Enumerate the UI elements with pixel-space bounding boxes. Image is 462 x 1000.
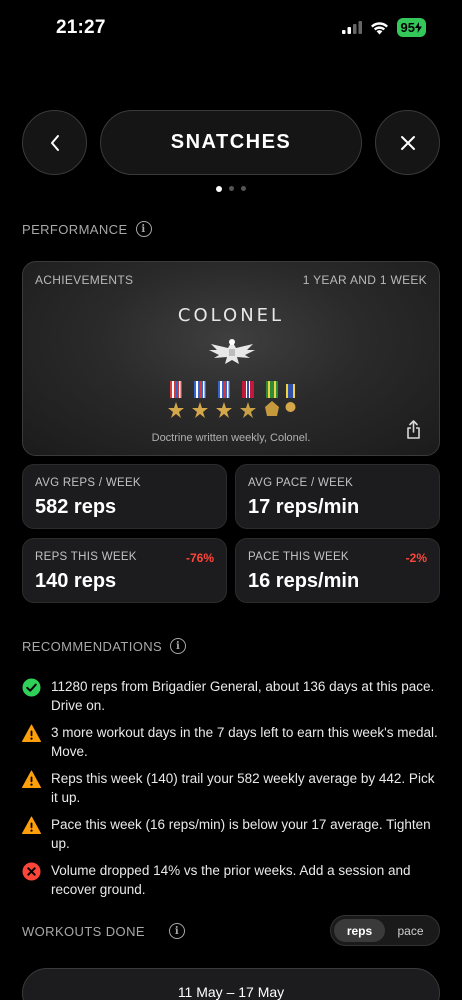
stat-delta: -2% [405, 551, 427, 565]
achievements-label: ACHIEVEMENTS [35, 273, 134, 287]
recommendation-text: Pace this week (16 reps/min) is below yo… [51, 817, 431, 851]
page-dot[interactable] [229, 186, 234, 191]
recommendation-text: 3 more workout days in the 7 days left t… [51, 725, 438, 759]
recommendation-item: 3 more workout days in the 7 days left t… [22, 723, 440, 761]
close-icon [400, 135, 415, 150]
avg-pace-card: AVG PACE / WEEK 17 reps/min [235, 464, 440, 529]
stat-label: AVG PACE / WEEK [248, 477, 354, 489]
recommendations-label: RECOMMENDATIONS [22, 638, 163, 654]
recommendation-item: Volume dropped 14% vs the prior weeks. A… [22, 861, 440, 899]
share-icon[interactable] [406, 420, 421, 439]
page-indicator[interactable] [0, 185, 462, 192]
info-icon[interactable]: i [168, 923, 185, 939]
toggle-reps[interactable]: reps [334, 919, 385, 942]
info-icon[interactable]: i [135, 221, 152, 237]
stat-label: REPS THIS WEEK [35, 551, 137, 563]
warning-icon [22, 724, 41, 742]
recommendations-header: RECOMMENDATIONS i [22, 638, 187, 654]
status-time: 21:27 [56, 17, 106, 38]
page-dot[interactable] [241, 186, 246, 191]
stat-delta: -76% [185, 551, 214, 565]
stat-label: PACE THIS WEEK [248, 551, 349, 563]
workouts-label: WORKOUTS DONE [22, 923, 145, 939]
success-check-icon [22, 678, 41, 697]
wifi-icon [370, 21, 388, 34]
achievement-caption: Doctrine written weekly, Colonel. [151, 432, 311, 444]
charging-bolt-icon [415, 22, 422, 33]
error-x-icon [22, 862, 41, 881]
metric-toggle[interactable]: reps pace [330, 915, 440, 946]
stat-label: AVG REPS / WEEK [35, 477, 141, 489]
stat-value: 582 reps [35, 496, 117, 518]
recommendation-text: Reps this week (140) trail your 582 week… [51, 771, 435, 805]
week-range-selector[interactable]: 11 May – 17 May [22, 968, 440, 1000]
battery-level: 95 [400, 20, 415, 35]
stat-value: 16 reps/min [248, 570, 360, 592]
week-range-label: 11 May – 17 May [177, 984, 285, 1000]
medals-row-icon [168, 381, 296, 418]
chevron-left-icon [50, 134, 59, 151]
toggle-pace[interactable]: pace [385, 919, 436, 942]
recommendation-item: Pace this week (16 reps/min) is below yo… [22, 815, 440, 853]
warning-icon [22, 816, 41, 834]
colonel-eagle-insignia-icon [209, 339, 255, 364]
warning-icon [22, 770, 41, 788]
recommendation-item: 11280 reps from Brigadier General, about… [22, 677, 440, 715]
performance-header: PERFORMANCE i [22, 221, 152, 237]
info-icon[interactable]: i [170, 638, 187, 654]
pace-this-week-card: PACE THIS WEEK -2% 16 reps/min [235, 538, 440, 603]
stat-value: 17 reps/min [248, 496, 360, 518]
exercise-title[interactable]: SNATCHES [100, 110, 362, 175]
reps-this-week-card: REPS THIS WEEK -76% 140 reps [22, 538, 227, 603]
status-bar: 21:27 95 [0, 0, 462, 56]
avg-reps-card: AVG REPS / WEEK 582 reps [22, 464, 227, 529]
close-button[interactable] [375, 110, 440, 175]
recommendation-item: Reps this week (140) trail your 582 week… [22, 769, 440, 807]
back-button[interactable] [22, 110, 87, 175]
rank-name: COLONEL [177, 305, 285, 326]
workouts-header: WORKOUTS DONE i [22, 923, 185, 939]
status-icons: 95 [341, 18, 426, 37]
recommendation-text: 11280 reps from Brigadier General, about… [51, 679, 435, 713]
nav-header: SNATCHES [22, 110, 440, 175]
recommendations-list: 11280 reps from Brigadier General, about… [22, 677, 440, 907]
achievements-card: ACHIEVEMENTS 1 YEAR AND 1 WEEK COLONEL D… [22, 261, 440, 456]
performance-label: PERFORMANCE [22, 221, 128, 237]
stat-value: 140 reps [35, 570, 117, 592]
signal-icon [341, 21, 362, 34]
achievement-duration: 1 YEAR AND 1 WEEK [302, 273, 427, 287]
recommendation-text: Volume dropped 14% vs the prior weeks. A… [51, 863, 411, 897]
page-dot[interactable] [216, 185, 222, 192]
battery-indicator: 95 [396, 18, 426, 37]
